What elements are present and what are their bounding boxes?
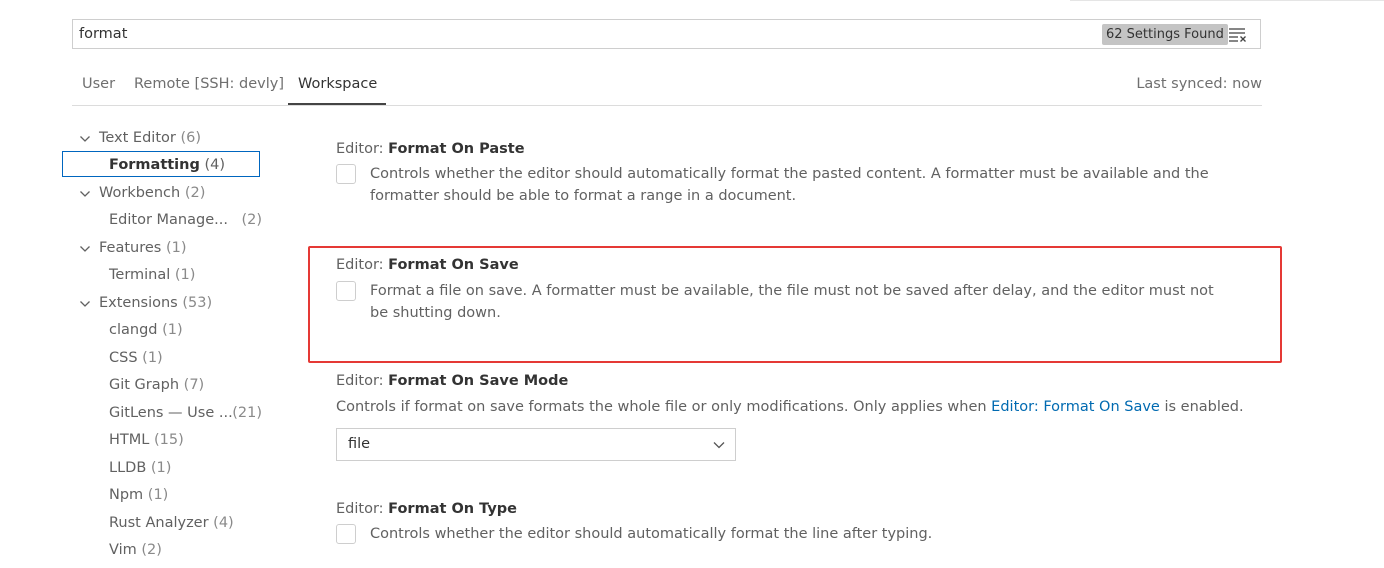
setting-category: Editor:: [336, 257, 384, 273]
toc-item-vim[interactable]: Vim (2): [109, 538, 162, 562]
settings-search-box[interactable]: format 62 Settings Found: [72, 19, 1261, 49]
toc-count: (7): [183, 377, 205, 393]
toc-label: Git Graph: [109, 377, 180, 393]
toc-item-extensions[interactable]: Extensions (53): [99, 291, 212, 315]
toc-count: (1): [142, 350, 163, 366]
toc-count: (1): [162, 322, 183, 338]
active-tab-indicator: [288, 103, 386, 105]
toc-count: (15): [153, 432, 184, 448]
chevron-down-icon: [713, 442, 725, 449]
toc-label: LLDB: [109, 460, 147, 476]
chevron-down-icon[interactable]: [79, 133, 91, 145]
setting-name: Format On Type: [388, 501, 517, 517]
format-on-save-checkbox[interactable]: [336, 281, 356, 301]
description-text: is enabled.: [1164, 399, 1244, 415]
toc-label: Terminal: [109, 267, 171, 283]
results-count-badge: 62 Settings Found: [1102, 24, 1228, 45]
toc-count: (4): [204, 157, 226, 173]
toc-item-editor-management[interactable]: Editor Manage... (2): [109, 208, 262, 232]
toc-label: GitLens — Use ...: [109, 405, 233, 421]
setting-name: Format On Save: [388, 257, 519, 273]
toc-item-npm[interactable]: Npm (1): [109, 483, 168, 507]
toc-item-gitlens[interactable]: GitLens — Use ... (21): [109, 401, 262, 425]
toc-count: (1): [165, 240, 187, 256]
toc-item-css[interactable]: CSS (1): [109, 346, 163, 370]
setting-category: Editor:: [336, 373, 384, 389]
top-divider: [1070, 0, 1384, 1]
toc-label: Features: [99, 240, 162, 256]
sync-status: Last synced: now: [1136, 76, 1262, 92]
toc-label: Extensions: [99, 295, 178, 311]
toc-count: (6): [180, 130, 202, 146]
toc-item-clangd[interactable]: clangd (1): [109, 318, 183, 342]
toc-label: clangd: [109, 322, 158, 338]
toc-label: CSS: [109, 350, 138, 366]
toc-item-text-editor[interactable]: Text Editor (6): [99, 126, 201, 150]
toc-count: (1): [147, 487, 169, 503]
toc-count: (1): [150, 460, 172, 476]
setting-name: Format On Paste: [388, 141, 525, 157]
toc-label: Npm: [109, 487, 144, 503]
toc-count: (2): [141, 542, 162, 558]
setting-title-format-on-save: Editor: Format On Save: [336, 257, 519, 273]
setting-description: Controls whether the editor should autom…: [370, 526, 933, 542]
setting-category: Editor:: [336, 501, 384, 517]
description-text: Controls if format on save formats the w…: [336, 399, 987, 415]
toc-item-terminal[interactable]: Terminal (1): [109, 263, 195, 287]
tab-remote-ssh[interactable]: Remote [SSH: devly]: [134, 76, 284, 92]
chevron-down-icon[interactable]: [79, 188, 91, 200]
clear-filter-icon[interactable]: [1228, 27, 1247, 42]
setting-title-format-on-type: Editor: Format On Type: [336, 501, 517, 517]
tab-workspace[interactable]: Workspace: [298, 76, 377, 92]
toc-label: Rust Analyzer: [109, 515, 209, 531]
toc-item-workbench[interactable]: Workbench (2): [99, 181, 205, 205]
format-on-paste-checkbox[interactable]: [336, 164, 356, 184]
format-on-type-checkbox[interactable]: [336, 524, 356, 544]
toc-label: Text Editor: [99, 130, 176, 146]
toc-count: (1): [174, 267, 196, 283]
toc-label: HTML: [109, 432, 150, 448]
select-value: file: [348, 436, 371, 452]
setting-title-format-on-paste: Editor: Format On Paste: [336, 141, 525, 157]
toc-count: (4): [213, 515, 234, 531]
toc-count: (2): [184, 185, 206, 201]
setting-title-format-on-save-mode: Editor: Format On Save Mode: [336, 373, 568, 389]
setting-category: Editor:: [336, 141, 384, 157]
toc-count: (21): [232, 405, 262, 421]
toc-label: Editor Manage...: [109, 212, 228, 228]
setting-description: Format a file on save. A formatter must …: [370, 283, 1214, 321]
toc-item-features[interactable]: Features (1): [99, 236, 187, 260]
toc-item-formatting[interactable]: Formatting (4): [109, 153, 225, 177]
toc-item-html[interactable]: HTML (15): [109, 428, 184, 452]
setting-link-format-on-save[interactable]: Editor: Format On Save: [991, 399, 1160, 415]
toc-item-git-graph[interactable]: Git Graph (7): [109, 373, 204, 397]
toc-count: (53): [182, 295, 213, 311]
setting-name: Format On Save Mode: [388, 373, 569, 389]
toc-item-rust-analyzer[interactable]: Rust Analyzer (4): [109, 511, 234, 535]
toc-label: Formatting: [109, 157, 200, 173]
setting-description: Controls whether the editor should autom…: [370, 166, 1209, 204]
tab-user[interactable]: User: [82, 76, 115, 92]
search-input[interactable]: format: [79, 26, 127, 42]
toc-item-lldb[interactable]: LLDB (1): [109, 456, 171, 480]
toc-label: Workbench: [99, 185, 181, 201]
format-on-save-mode-select[interactable]: file: [336, 428, 736, 461]
settings-scope-tabs: User Remote [SSH: devly] Workspace Last …: [72, 66, 1262, 106]
toc-count: (2): [241, 212, 262, 228]
chevron-down-icon[interactable]: [79, 243, 91, 255]
setting-description: Controls if format on save formats the w…: [336, 396, 1256, 418]
chevron-down-icon[interactable]: [79, 298, 91, 310]
toc-label: Vim: [109, 542, 137, 558]
